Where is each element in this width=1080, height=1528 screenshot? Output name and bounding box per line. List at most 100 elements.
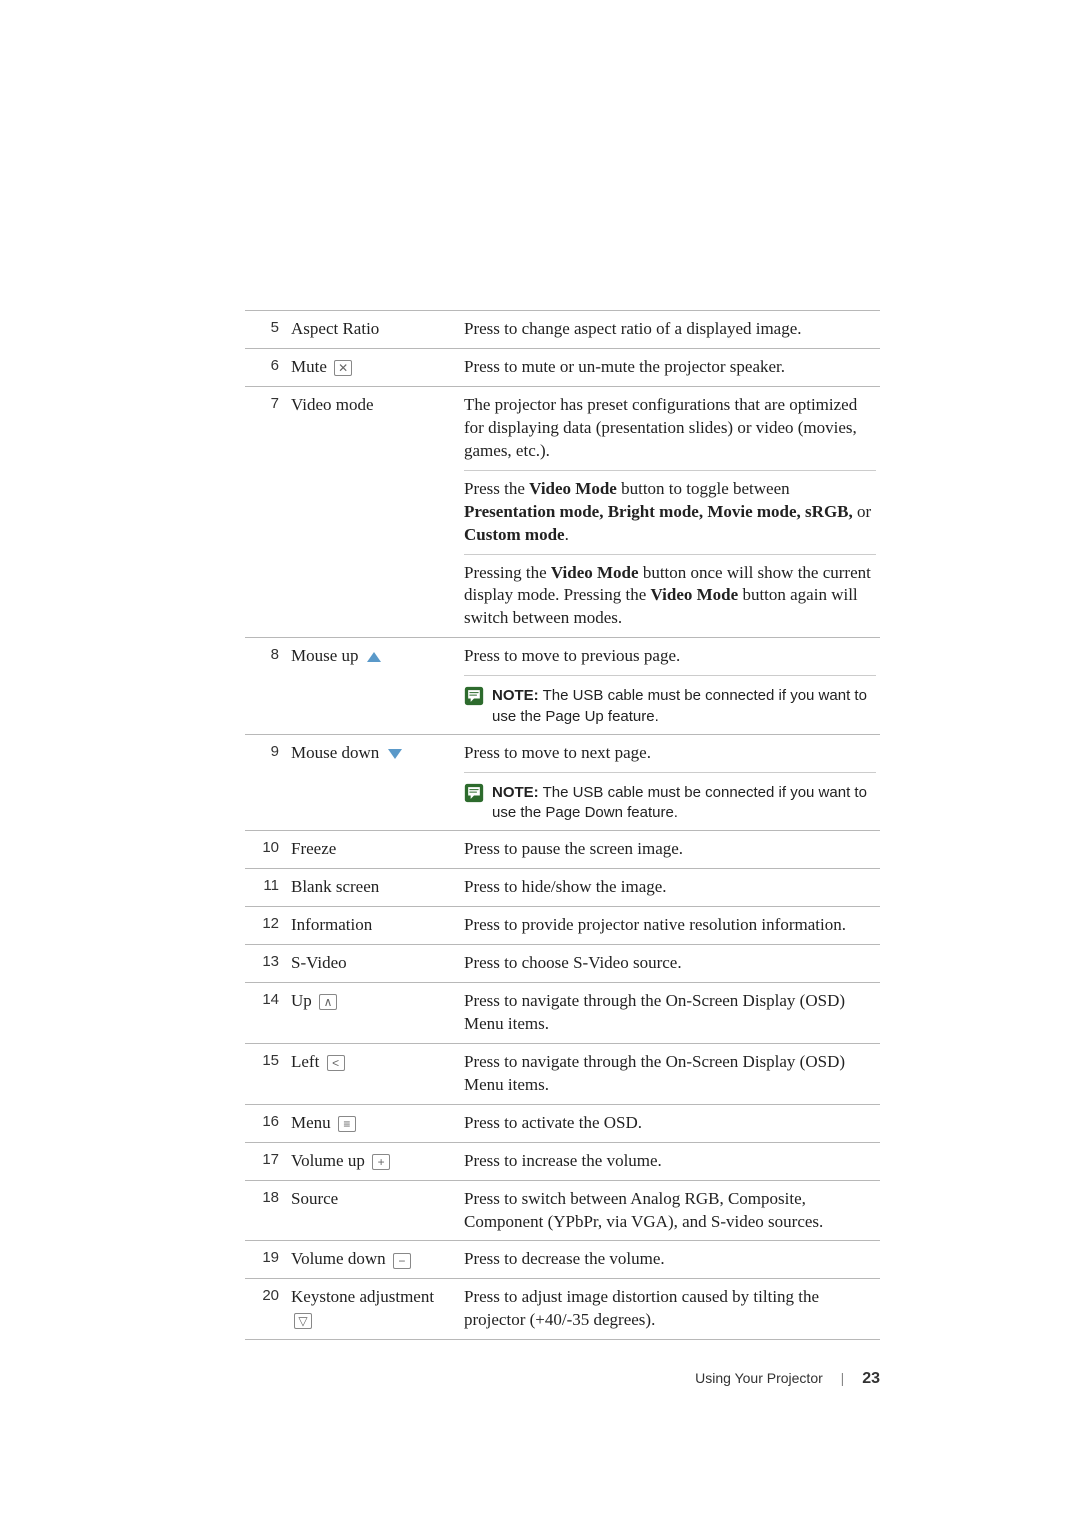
table-row: 12Information Press to provide projector… [245,907,880,945]
arrow-down-icon [388,749,402,759]
desc-paragraph: Press to provide projector native resolu… [464,914,876,937]
table-row: 19Volume down −Press to decrease the vol… [245,1241,880,1279]
row-label: Left < [291,1043,464,1104]
desc-paragraph: Press to choose S-Video source. [464,952,876,975]
table-row: 10Freeze Press to pause the screen image… [245,831,880,869]
row-label: Keystone adjustment▽ [291,1279,464,1340]
note-text: NOTE: The USB cable must be connected if… [492,783,876,824]
table-row: 5Aspect Ratio Press to change aspect rat… [245,311,880,349]
row-label: Volume down − [291,1241,464,1279]
minus-icon: − [393,1253,411,1269]
row-number: 19 [245,1241,291,1279]
table-row: 20Keystone adjustment▽Press to adjust im… [245,1279,880,1340]
desc-paragraph: Press to move to next page. [464,742,876,765]
row-description: Press to decrease the volume. [464,1241,880,1279]
row-number: 12 [245,907,291,945]
row-description: Press to switch between Analog RGB, Comp… [464,1180,880,1241]
note-box: NOTE: The USB cable must be connected if… [464,683,876,727]
footer-page-number: 23 [862,1370,880,1387]
row-description: Press to navigate through the On-Screen … [464,982,880,1043]
menu-icon: ≡ [338,1116,356,1132]
row-number: 13 [245,945,291,983]
row-label: Source [291,1180,464,1241]
row-number: 11 [245,869,291,907]
desc-paragraph: Press to decrease the volume. [464,1248,876,1271]
row-description: Press to pause the screen image. [464,831,880,869]
table-row: 7Video mode The projector has preset con… [245,386,880,637]
row-label: Freeze [291,831,464,869]
table-row: 6Mute ✕Press to mute or un-mute the proj… [245,348,880,386]
row-description: Press to hide/show the image. [464,869,880,907]
row-description: Press to change aspect ratio of a displa… [464,311,880,349]
row-description: The projector has preset configurations … [464,386,880,637]
desc-paragraph: Press to move to previous page. [464,645,876,668]
row-number: 8 [245,638,291,734]
row-label: Mouse down [291,734,464,830]
row-description: Press to adjust image distortion caused … [464,1279,880,1340]
row-label: Menu ≡ [291,1104,464,1142]
row-number: 6 [245,348,291,386]
row-number: 5 [245,311,291,349]
row-number: 10 [245,831,291,869]
nav-up-icon: ∧ [319,994,337,1010]
mute-icon: ✕ [334,360,352,376]
row-label: Information [291,907,464,945]
desc-paragraph: Press to increase the volume. [464,1150,876,1173]
desc-paragraph: Press to change aspect ratio of a displa… [464,318,876,341]
arrow-up-icon [367,652,381,662]
row-label: Blank screen [291,869,464,907]
desc-paragraph: Press to pause the screen image. [464,838,876,861]
row-label: S-Video [291,945,464,983]
row-description: Press to provide projector native resolu… [464,907,880,945]
plus-icon: + [372,1154,390,1170]
row-description: Press to navigate through the On-Screen … [464,1043,880,1104]
row-number: 9 [245,734,291,830]
table-row: 16Menu ≡Press to activate the OSD. [245,1104,880,1142]
desc-paragraph: The projector has preset configurations … [464,394,876,463]
row-label: Mute ✕ [291,348,464,386]
desc-paragraph: Press to mute or un-mute the projector s… [464,356,876,379]
row-number: 20 [245,1279,291,1340]
nav-left-icon: < [327,1055,345,1071]
table-row: 18Source Press to switch between Analog … [245,1180,880,1241]
note-text: NOTE: The USB cable must be connected if… [492,686,876,727]
desc-paragraph: Pressing the Video Mode button once will… [464,554,876,631]
desc-paragraph: Press to activate the OSD. [464,1112,876,1135]
row-description: Press to choose S-Video source. [464,945,880,983]
desc-paragraph: Press to switch between Analog RGB, Comp… [464,1188,876,1234]
table-row: 15Left <Press to navigate through the On… [245,1043,880,1104]
desc-paragraph: Press to navigate through the On-Screen … [464,1051,876,1097]
note-icon [464,686,484,706]
row-description: Press to activate the OSD. [464,1104,880,1142]
remote-functions-table: 5Aspect Ratio Press to change aspect rat… [245,310,880,1340]
row-description: Press to move to next page. NOTE: The USB… [464,734,880,830]
row-description: Press to move to previous page. NOTE: The… [464,638,880,734]
row-label: Mouse up [291,638,464,734]
row-number: 15 [245,1043,291,1104]
row-number: 18 [245,1180,291,1241]
table-row: 14Up ∧Press to navigate through the On-S… [245,982,880,1043]
row-number: 16 [245,1104,291,1142]
table-row: 11Blank screen Press to hide/show the im… [245,869,880,907]
table-row: 8Mouse up Press to move to previous page… [245,638,880,734]
row-number: 17 [245,1142,291,1180]
table-row: 13S-Video Press to choose S-Video source… [245,945,880,983]
row-description: Press to mute or un-mute the projector s… [464,348,880,386]
row-label: Volume up + [291,1142,464,1180]
row-label: Up ∧ [291,982,464,1043]
desc-paragraph: Press to hide/show the image. [464,876,876,899]
footer-separator: | [841,1370,845,1386]
row-number: 7 [245,386,291,637]
row-description: Press to increase the volume. [464,1142,880,1180]
row-label: Video mode [291,386,464,637]
desc-paragraph: Press to adjust image distortion caused … [464,1286,876,1332]
row-label: Aspect Ratio [291,311,464,349]
footer-section: Using Your Projector [695,1370,823,1386]
note-icon [464,783,484,803]
desc-paragraph: Press the Video Mode button to toggle be… [464,470,876,547]
desc-paragraph: Press to navigate through the On-Screen … [464,990,876,1036]
row-number: 14 [245,982,291,1043]
table-row: 17Volume up +Press to increase the volum… [245,1142,880,1180]
table-row: 9Mouse down Press to move to next page. N… [245,734,880,830]
keystone-down-icon: ▽ [294,1313,312,1329]
